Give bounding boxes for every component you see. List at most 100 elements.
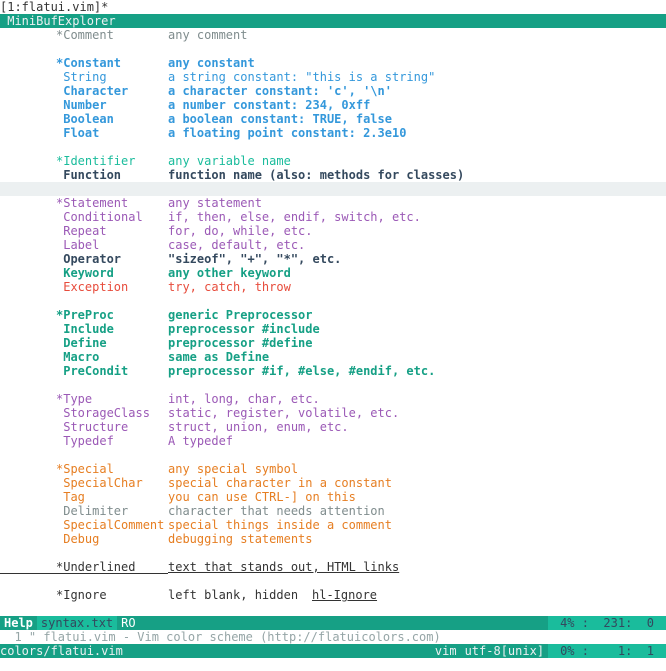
group-name: Function bbox=[56, 168, 122, 182]
group-name: *Identifier bbox=[56, 154, 136, 168]
highlight-group-line: *Type int, long, char, etc. bbox=[0, 392, 666, 406]
group-description: preprocessor #define bbox=[168, 336, 313, 350]
group-name: Repeat bbox=[56, 224, 107, 238]
group-description: preprocessor #include bbox=[168, 322, 320, 336]
highlight-subgroup-line: Macro same as Define bbox=[0, 350, 666, 364]
group-description: text that stands out, HTML links bbox=[168, 560, 400, 574]
cursor-line[interactable] bbox=[0, 182, 666, 196]
group-name: *PreProc bbox=[56, 308, 114, 322]
highlight-subgroup-line: StorageClass static, register, volatile, … bbox=[0, 406, 666, 420]
statusline-spacer-2 bbox=[123, 644, 431, 658]
file-statusline: colors/flatui.vim vim utf-8[unix] 0% : 1… bbox=[0, 644, 666, 658]
group-description: struct, union, enum, etc. bbox=[168, 420, 349, 434]
help-buffer[interactable]: *Comment any comment *Constant any constant… bbox=[0, 28, 666, 616]
group-description: same as Define bbox=[168, 350, 270, 364]
help-tag-link[interactable]: hl-Ignore bbox=[312, 588, 377, 602]
group-name: Boolean bbox=[56, 112, 114, 126]
group-description: special things inside a comment bbox=[168, 518, 392, 532]
help-position: 4% : 231: 0 bbox=[548, 616, 666, 630]
highlight-subgroup-line: Exception try, catch, throw bbox=[0, 280, 666, 294]
highlight-group-line: *Statement any statement bbox=[0, 196, 666, 210]
highlight-subgroup-line: Number a number constant: 234, 0xff bbox=[0, 98, 666, 112]
group-name: Debug bbox=[56, 532, 100, 546]
group-name: Include bbox=[56, 322, 114, 336]
group-description: you can use CTRL-] on this bbox=[168, 490, 356, 504]
group-description: if, then, else, endif, switch, etc. bbox=[168, 210, 421, 224]
highlight-subgroup-line: Label case, default, etc. bbox=[0, 238, 666, 252]
group-description: any comment bbox=[168, 28, 248, 42]
group-description: any variable name bbox=[168, 154, 291, 168]
highlight-subgroup-line: Define preprocessor #define bbox=[0, 336, 666, 350]
group-name: *Underlined bbox=[56, 560, 136, 574]
highlight-subgroup-line: Debug debugging statements bbox=[0, 532, 666, 546]
group-description: special character in a constant bbox=[168, 476, 392, 490]
group-name: PreCondit bbox=[56, 364, 129, 378]
group-description: any statement bbox=[168, 196, 262, 210]
highlight-group-line: *Constant any constant bbox=[0, 56, 666, 70]
help-filename: syntax.txt bbox=[36, 616, 118, 630]
help-statusline: Help syntax.txt RO 4% : 231: 0 bbox=[0, 616, 666, 630]
group-description: any other keyword bbox=[168, 266, 291, 280]
group-description: any special symbol bbox=[168, 462, 299, 476]
highlight-subgroup-line: Repeat for, do, while, etc. bbox=[0, 224, 666, 238]
highlight-subgroup-line: SpecialChar special character in a consta… bbox=[0, 476, 666, 490]
group-name: Delimiter bbox=[56, 504, 129, 518]
group-name: *Statement bbox=[56, 196, 129, 210]
group-description: function name (also: methods for classes… bbox=[168, 168, 465, 182]
group-description: int, long, char, etc. bbox=[168, 392, 320, 406]
group-description: debugging statements bbox=[168, 532, 313, 546]
group-name: *Constant bbox=[56, 56, 122, 70]
group-description: a string constant: "this is a string" bbox=[168, 70, 436, 84]
group-name: Define bbox=[56, 336, 107, 350]
group-description: for, do, while, etc. bbox=[168, 224, 313, 238]
highlight-subgroup-line: SpecialComment special things inside a co… bbox=[0, 518, 666, 532]
group-description: A typedef bbox=[168, 434, 234, 448]
highlight-group-line: *Comment any comment bbox=[0, 28, 666, 42]
highlight-subgroup-line: Operator "sizeof", "+", "*", etc. bbox=[0, 252, 666, 266]
highlight-group-line: *Identifier any variable name bbox=[0, 154, 666, 168]
highlight-group-line: *Special any special symbol bbox=[0, 462, 666, 476]
statusline-filename: colors/flatui.vim bbox=[0, 644, 123, 658]
group-name: *Ignore bbox=[56, 588, 107, 602]
highlight-group-line: *PreProc generic Preprocessor bbox=[0, 308, 666, 322]
group-name: Exception bbox=[56, 280, 129, 294]
statusline-encoding: utf-8[unix] bbox=[464, 644, 545, 658]
highlight-subgroup-line: Float a floating point constant: 2.3e10 bbox=[0, 126, 666, 140]
group-description: static, register, volatile, etc. bbox=[168, 406, 400, 420]
highlight-subgroup-line: Character a character constant: 'c', '\n' bbox=[0, 84, 666, 98]
statusline-position: 0% : 1: 1 bbox=[548, 644, 666, 658]
highlight-subgroup-line: Conditional if, then, else, endif, switch… bbox=[0, 210, 666, 224]
group-description: "sizeof", "+", "*", etc. bbox=[168, 252, 342, 266]
group-name: *Comment bbox=[56, 28, 114, 42]
group-description: a number constant: 234, 0xff bbox=[168, 98, 371, 112]
group-description: left blank, hidden bbox=[168, 588, 313, 602]
minibuf-explorer-bar[interactable]: MiniBufExplorer bbox=[0, 14, 666, 28]
group-description: a character constant: 'c', '\n' bbox=[168, 84, 392, 98]
statusline-filetype: vim bbox=[434, 644, 457, 658]
group-name: Number bbox=[56, 98, 107, 112]
highlight-subgroup-line: Structure struct, union, enum, etc. bbox=[0, 420, 666, 434]
group-name: StorageClass bbox=[56, 406, 150, 420]
group-name: Float bbox=[56, 126, 100, 140]
group-name: Typedef bbox=[56, 434, 114, 448]
group-name: Structure bbox=[56, 420, 129, 434]
tabline[interactable]: [1:flatui.vim]* bbox=[0, 0, 666, 14]
group-name: Macro bbox=[56, 350, 100, 364]
group-name: *Special bbox=[56, 462, 114, 476]
highlight-subgroup-line: Delimiter character that needs attention bbox=[0, 504, 666, 518]
group-name: *Type bbox=[56, 392, 93, 406]
group-name: Conditional bbox=[56, 210, 143, 224]
group-name: Keyword bbox=[56, 266, 114, 280]
group-description: try, catch, throw bbox=[168, 280, 291, 294]
group-description: generic Preprocessor bbox=[168, 308, 313, 322]
group-description: case, default, etc. bbox=[168, 238, 306, 252]
group-name: Tag bbox=[56, 490, 85, 504]
highlight-subgroup-line: PreCondit preprocessor #if, #else, #endif… bbox=[0, 364, 666, 378]
highlight-subgroup-line: Function function name (also: methods for… bbox=[0, 168, 666, 182]
group-name: Character bbox=[56, 84, 129, 98]
group-name: SpecialChar bbox=[56, 476, 143, 490]
